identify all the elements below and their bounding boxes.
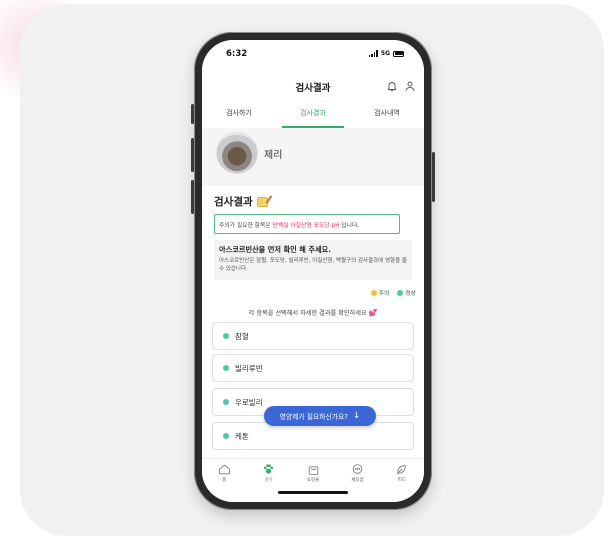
result-item-label: 케톤 [235,431,249,441]
nav-label: 피드 [397,478,406,483]
notice-suffix: 입니다. [339,223,360,229]
result-item-label: 잠혈 [235,331,249,341]
nav-label: 홈 [222,478,227,483]
nav-shop[interactable]: 쇼핑몰 [291,459,335,502]
phone-frame: 6:32 5G 검사결과 검사하기 검사결과 검사내역 제리 검사결과 주의가 … [191,32,435,510]
advice-box: 아스코르빈산을 먼저 확인 해 주세요. 아스코르빈산은 잠혈, 포도당, 빌리… [214,240,412,280]
cta-label: 영양제가 필요하신가요? [279,413,348,421]
tab-history[interactable]: 검사내역 [350,104,424,126]
result-item-blood[interactable]: 잠혈 [212,322,414,350]
nav-chat[interactable]: 채팅샵 [335,459,379,502]
paw-icon [264,464,274,474]
phone-button [432,152,435,202]
signal-icon [368,50,378,57]
guide-label: 각 항목을 선택해서 자세한 결과를 확인하세요 [248,310,367,317]
section-title: 검사결과 [214,194,268,209]
avatar[interactable] [216,132,258,174]
result-item-ketone[interactable]: 케톤 [212,422,414,450]
status-indicators: 5G [368,50,404,57]
nav-label: 채팅샵 [351,478,364,483]
battery-icon [393,50,404,57]
legend-warning: 주의 [370,288,390,297]
normal-dot-icon [397,289,404,296]
status-dot-icon [223,399,229,405]
result-item-label: 우로빌리 [235,397,263,407]
nav-label: 쇼핑몰 [306,478,320,483]
app-header: 검사결과 검사하기 검사결과 검사내역 [202,68,424,134]
status-bar: 6:32 5G [202,40,424,68]
legend: 주의 정상 [370,288,416,297]
nav-label: 검사 [264,478,273,483]
home-indicator [278,491,348,494]
heart-icon: 💕 [368,309,378,317]
nav-home[interactable]: 홈 [202,459,246,502]
tab-test[interactable]: 검사하기 [202,104,276,126]
notice-prefix: 주의가 필요한 항목은 [219,223,273,229]
pet-profile: 제리 [202,128,424,182]
bag-icon [308,466,318,475]
warning-dot-icon [370,289,377,296]
results-section: 검사결과 주의가 필요한 항목은 단백질 아질산염 포도당 pH 입니다. 아스… [202,186,424,481]
arrow-down-icon: ↓ [352,411,361,421]
supplement-cta-button[interactable]: 영양제가 필요하신가요? ↓ [264,406,376,426]
status-dot-icon [223,365,229,371]
status-dot-icon [223,433,229,439]
result-item-bilirubin[interactable]: 빌리루빈 [212,354,414,382]
canvas: 6:32 5G 검사결과 검사하기 검사결과 검사내역 제리 검사결과 주의가 … [0,0,613,539]
notice-box: 주의가 필요한 항목은 단백질 아질산염 포도당 pH 입니다. [214,214,400,234]
user-icon[interactable] [404,80,416,92]
tab-results[interactable]: 검사결과 [276,104,350,128]
phone-button [191,138,194,172]
bottom-nav: 홈 검사 쇼핑몰 채팅샵 피드 [202,458,424,502]
legend-normal-label: 정상 [405,291,416,297]
status-time: 6:32 [226,49,248,59]
advice-title: 아스코르빈산을 먼저 확인 해 주세요. [219,245,331,254]
legend-normal: 정상 [397,288,416,297]
guide-text: 각 항목을 선택해서 자세한 결과를 확인하세요 💕 [202,308,424,317]
network-label: 5G [380,50,390,57]
nav-test[interactable]: 검사 [246,459,290,502]
tab-bar: 검사하기 검사결과 검사내역 [202,104,424,128]
leaf-icon [397,465,407,474]
phone-screen: 6:32 5G 검사결과 검사하기 검사결과 검사내역 제리 검사결과 주의가 … [202,40,424,502]
legend-warning-label: 주의 [378,291,390,297]
pet-name: 제리 [264,150,283,161]
advice-text: 아스코르빈산은 잠혈, 포도당, 빌리루빈, 아질산염, 백혈구의 검사결과에 … [219,258,407,272]
phone-button [191,180,194,214]
status-dot-icon [223,333,229,339]
chat-icon [352,464,363,474]
memo-icon [256,196,268,207]
phone-button [191,104,194,124]
nav-feed[interactable]: 피드 [380,459,424,502]
home-icon [218,464,230,475]
notice-highlight: 단백질 아질산염 포도당 pH [272,223,340,229]
section-title-text: 검사결과 [214,196,253,208]
result-item-label: 빌리루빈 [235,363,263,373]
bell-icon[interactable] [386,80,398,92]
